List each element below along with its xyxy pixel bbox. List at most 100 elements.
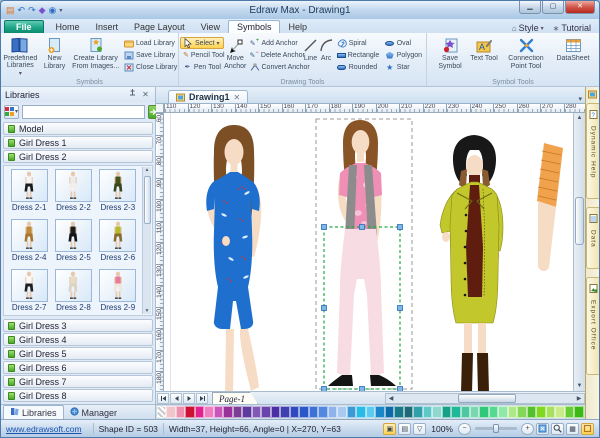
pan-mode-button[interactable] <box>581 423 594 435</box>
library-search-input[interactable] <box>22 105 145 119</box>
page-view-button[interactable]: ▤ <box>398 423 411 435</box>
preview-icon[interactable]: ◉ <box>49 5 57 15</box>
color-swatch-3f3fb0[interactable] <box>280 406 289 418</box>
color-swatch-8fe8a8[interactable] <box>498 406 507 418</box>
scroll-down-icon[interactable]: ▼ <box>574 381 585 391</box>
close-panel-icon[interactable]: ✕ <box>140 90 151 99</box>
document-tab[interactable]: Drawing1 ✕ <box>168 90 248 103</box>
color-swatch-55c02d[interactable] <box>527 406 536 418</box>
color-swatch-3a70d8[interactable] <box>309 406 318 418</box>
pencil-tool-button[interactable]: ✎Pencil Tool <box>180 49 224 61</box>
library-group-girl-dress-1[interactable]: Girl Dress 1 <box>3 136 153 149</box>
library-view-icon[interactable]: ▾ <box>4 105 19 119</box>
tab-symbols[interactable]: Symbols <box>228 20 281 33</box>
library-group-model[interactable]: Model <box>3 122 153 135</box>
datasheet-button[interactable]: DataSheet <box>553 35 593 77</box>
color-swatch-e0218e[interactable] <box>195 406 204 418</box>
library-group-girl-dress-5[interactable]: Girl Dress 5 <box>3 347 153 360</box>
load-library-button[interactable]: Load Library <box>121 37 177 49</box>
color-swatch-993399[interactable] <box>223 406 232 418</box>
scroll-up-icon[interactable]: ▲ <box>574 113 585 123</box>
zoom-area-button[interactable] <box>551 423 564 435</box>
dock-top-icon[interactable] <box>588 87 597 101</box>
tab-insert[interactable]: Insert <box>88 21 127 33</box>
symbol-thumbnail-dress-2-7[interactable]: Dress 2-7 <box>7 269 51 316</box>
tab-file[interactable]: File <box>4 20 44 33</box>
menu-style[interactable]: ⌂Style▾ <box>512 23 544 33</box>
no-color-swatch[interactable] <box>157 406 166 418</box>
delete-anchor-button[interactable]: ✎−Delete Anchor <box>247 49 303 61</box>
color-swatch-1fb898[interactable] <box>451 406 460 418</box>
text-tool-button[interactable]: A Text Tool <box>469 35 499 77</box>
horizontal-scrollbar[interactable]: ◀ ▶ <box>385 393 585 404</box>
color-swatch-5288e0[interactable] <box>318 406 327 418</box>
dock-tab-data[interactable]: Data <box>586 207 599 269</box>
save-symbol-button[interactable]: Save Symbol <box>433 35 467 77</box>
panel-tab-manager[interactable]: Manager <box>64 406 124 419</box>
color-swatch-187888[interactable] <box>394 406 403 418</box>
library-group-girl-dress-3[interactable]: Girl Dress 3 <box>3 319 153 332</box>
color-swatch-4a2fa3[interactable] <box>271 406 280 418</box>
color-swatch-1a88c8[interactable] <box>375 406 384 418</box>
color-swatch-5ec8c8[interactable] <box>423 406 432 418</box>
customize-icon[interactable]: ▾ <box>59 7 62 14</box>
tab-help[interactable]: Help <box>280 21 315 33</box>
create-library-from-images-button[interactable]: Create Library From Images... <box>70 35 121 77</box>
select-button[interactable]: Select▾ <box>180 37 224 49</box>
save-library-button[interactable]: Save Library <box>121 49 177 61</box>
symbol-thumbnail-dress-2-5[interactable]: Dress 2-5 <box>51 219 95 269</box>
undo-icon[interactable]: ↶ <box>18 5 26 15</box>
color-swatch-16a088[interactable] <box>442 406 451 418</box>
color-swatch-3a9ad8[interactable] <box>347 406 356 418</box>
color-swatch-7fd81f[interactable] <box>536 406 545 418</box>
spiral-button[interactable]: Spiral <box>334 37 382 49</box>
color-swatch-2f49c0[interactable] <box>290 406 299 418</box>
maximize-button[interactable]: ▢ <box>542 1 564 14</box>
library-group-girl-dress-8[interactable]: Girl Dress 8 <box>3 389 153 402</box>
rectangle-button[interactable]: Rectangle <box>334 49 382 61</box>
filter-view-button[interactable]: ▽ <box>413 423 426 435</box>
panel-tab-libraries[interactable]: Libraries <box>3 405 64 419</box>
color-swatch-ee8fb0[interactable] <box>176 406 185 418</box>
color-swatch-4ec8a0[interactable] <box>461 406 470 418</box>
color-swatch-8257b5[interactable] <box>252 406 261 418</box>
move-anchor-button[interactable]: Move Anchor <box>224 35 247 77</box>
connection-point-tool-button[interactable]: Connection Point Tool <box>501 35 551 77</box>
color-swatch-66cc33[interactable] <box>565 406 574 418</box>
color-swatch-6a44ad[interactable] <box>261 406 270 418</box>
format-icon[interactable]: ◆ <box>39 5 46 15</box>
figure-pink-suspenders[interactable] <box>328 120 396 386</box>
pin-panel-icon[interactable] <box>127 89 138 100</box>
color-swatch-a8e060[interactable] <box>546 406 555 418</box>
tab-view[interactable]: View <box>193 21 228 33</box>
color-swatch-c8ec88[interactable] <box>555 406 564 418</box>
color-swatch-8fd8d0[interactable] <box>432 406 441 418</box>
drawing-page[interactable] <box>164 113 573 391</box>
oval-button[interactable]: Oval <box>382 37 425 49</box>
predefined-libraries-button[interactable]: Predefined Libraries ▾ <box>2 35 39 77</box>
polygon-button[interactable]: Polygon <box>382 49 425 61</box>
dock-tab-export-office[interactable]: Export Office <box>586 277 599 375</box>
color-swatch-0d6aa8[interactable] <box>385 406 394 418</box>
symbol-thumbnail-dress-2-1[interactable]: Dress 2-1 <box>7 169 51 219</box>
grid-view-button[interactable]: ▦ <box>566 423 579 435</box>
first-page-icon[interactable] <box>157 393 169 404</box>
scroll-right-icon[interactable]: ▶ <box>574 395 584 402</box>
color-swatch-1f6878[interactable] <box>404 406 413 418</box>
document-tab-close-icon[interactable]: ✕ <box>234 93 241 102</box>
zoom-in-button[interactable]: + <box>521 423 534 435</box>
vertical-scrollbar[interactable]: ▲ ▼ <box>573 113 585 391</box>
color-swatch-85d855[interactable] <box>517 406 526 418</box>
zoom-slider-thumb[interactable] <box>493 424 499 433</box>
last-page-icon[interactable] <box>196 393 208 404</box>
tab-page-layout[interactable]: Page Layout <box>126 21 193 33</box>
edrawsoft-link[interactable]: www.edrawsoft.com <box>6 424 82 434</box>
thumbnail-scrollbar[interactable]: ▲▼ <box>142 167 151 314</box>
prev-page-icon[interactable] <box>170 393 182 404</box>
normal-view-button[interactable]: ▣ <box>383 423 396 435</box>
minimize-button[interactable]: ▁ <box>519 1 541 14</box>
next-page-icon[interactable] <box>183 393 195 404</box>
zoom-out-button[interactable]: − <box>458 423 471 435</box>
color-swatch-cc55bb[interactable] <box>214 406 223 418</box>
zoom-slider[interactable] <box>475 427 517 430</box>
